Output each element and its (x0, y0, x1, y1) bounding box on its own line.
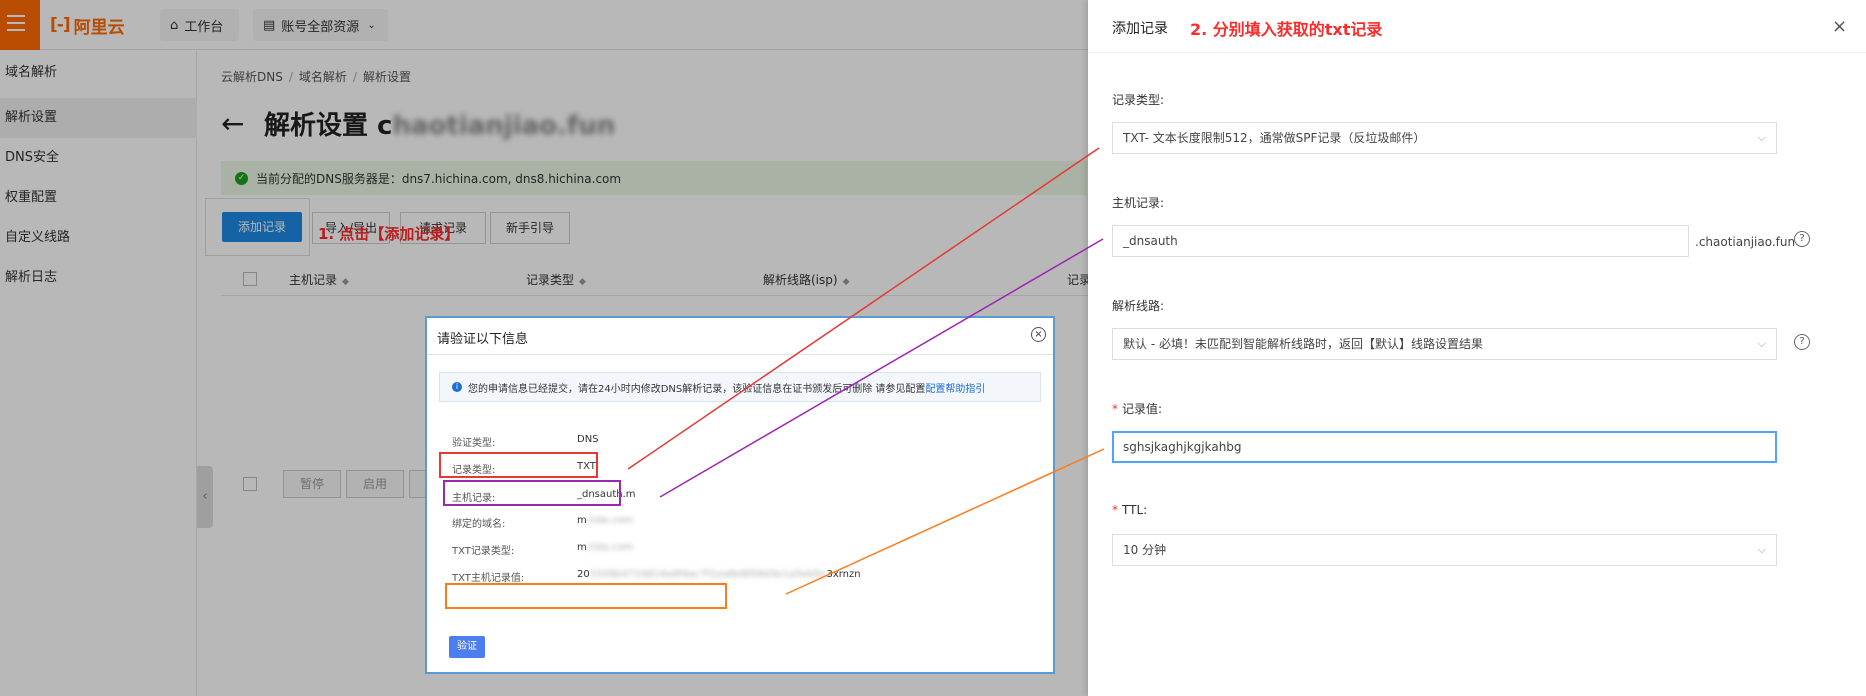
info-icon: i (452, 382, 462, 392)
txt-value-value: 202209b4716814a9f4ac7f1ea8e8f09d3e1a5eb5… (577, 569, 861, 580)
verify-type-label: 验证类型: (452, 438, 496, 449)
drawer-divider (1088, 52, 1866, 53)
drawer-title: 添加记录 (1112, 21, 1168, 37)
record-type-select[interactable]: TXT- 文本长度限制512，通常做SPF记录（反垃圾邮件） ⌵ (1112, 122, 1777, 154)
host-record-highlight (443, 480, 621, 506)
verify-button[interactable]: 验证 (449, 636, 485, 658)
required-mark: * (1112, 503, 1118, 517)
record-type-highlight (439, 452, 598, 478)
resolution-line-select[interactable]: 默认 - 必填！未匹配到智能解析线路时，返回【默认】线路设置结果 ⌵ (1112, 328, 1777, 360)
ttl-field-label: * TTL: (1112, 503, 1148, 517)
add-record-drawer: 添加记录 2. 分别填入获取的txt记录 × 记录类型: TXT- 文本长度限制… (1088, 0, 1866, 696)
record-type-field-label: 记录类型: (1112, 93, 1165, 107)
txt-record-type-value: mctda.com (577, 542, 634, 553)
dialog-info-banner: i 您的申请信息已经提交，请在24小时内修改DNS解析记录，该验证信息在证书颁发… (439, 372, 1041, 402)
chevron-down-icon: ⌵ (1757, 131, 1766, 144)
info-text: 您的申请信息已经提交，请在24小时内修改DNS解析记录，该验证信息在证书颁发后可… (468, 383, 926, 395)
help-guide-link[interactable]: 配置帮助指引 (925, 380, 985, 395)
ttl-select[interactable]: 10 分钟 ⌵ (1112, 534, 1777, 566)
step2-annotation: 2. 分别填入获取的txt记录 (1190, 20, 1383, 39)
record-value-field-label: * 记录值: (1112, 402, 1163, 416)
line-field-label: 解析线路: (1112, 299, 1165, 313)
help-icon[interactable]: ? (1794, 334, 1810, 350)
verify-type-value: DNS (577, 434, 599, 445)
bound-domain-value: mctda.com (577, 515, 634, 526)
close-icon[interactable]: × (1031, 327, 1046, 342)
help-icon[interactable]: ? (1794, 231, 1810, 247)
chevron-down-icon: ⌵ (1757, 543, 1766, 556)
domain-suffix: .chaotianjiao.fun (1695, 235, 1796, 249)
bound-domain-label: 绑定的域名: (452, 519, 506, 530)
chevron-down-icon: ⌵ (1757, 337, 1766, 350)
required-mark: * (1112, 402, 1118, 416)
host-field-label: 主机记录: (1112, 196, 1165, 210)
dialog-divider (427, 354, 1053, 355)
txt-record-type-label: TXT记录类型: (452, 546, 515, 557)
verify-info-dialog: 请验证以下信息 × i 您的申请信息已经提交，请在24小时内修改DNS解析记录，… (425, 316, 1055, 674)
close-icon[interactable]: × (1832, 16, 1847, 37)
modal-mask-top (0, 0, 1088, 50)
txt-value-highlight (445, 583, 727, 609)
dialog-title: 请验证以下信息 (437, 332, 529, 347)
record-value-input[interactable]: sghsjkaghjkgjkahbg (1112, 431, 1777, 463)
host-record-input[interactable]: _dnsauth (1112, 225, 1689, 257)
txt-value-label: TXT主机记录值: (452, 573, 525, 584)
